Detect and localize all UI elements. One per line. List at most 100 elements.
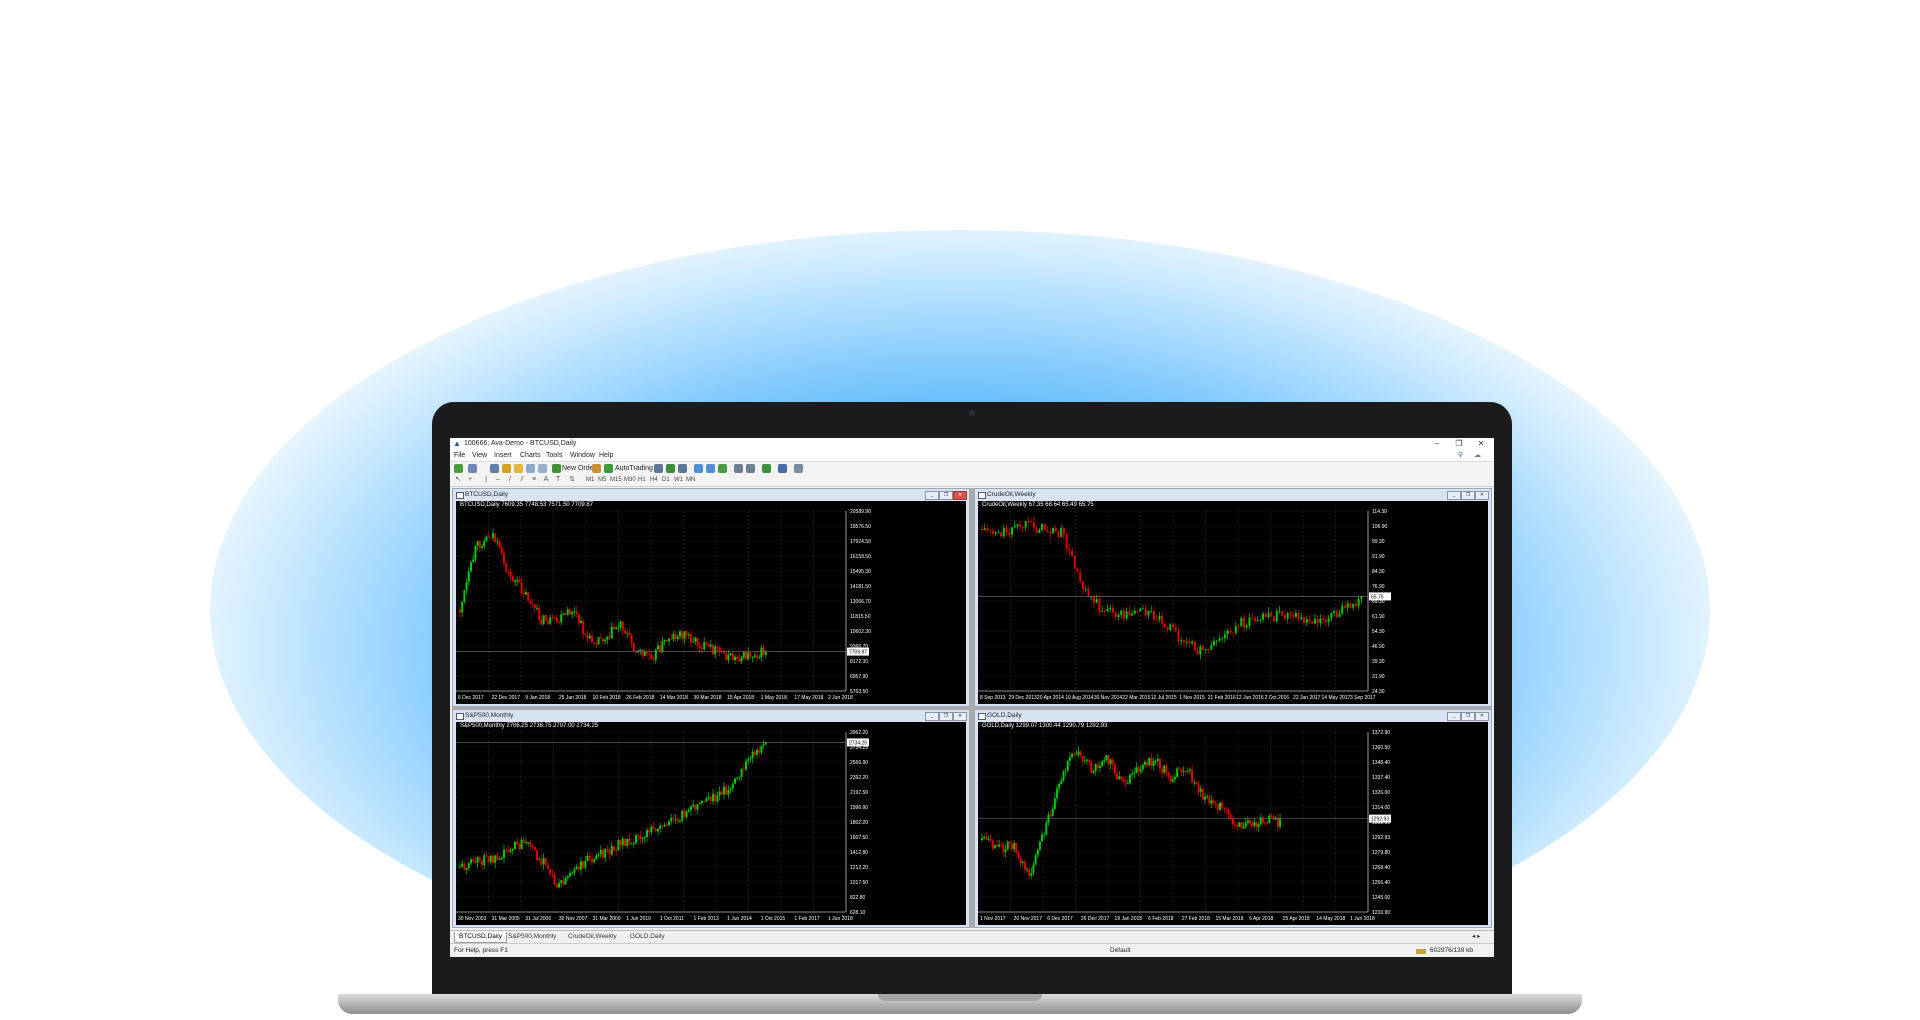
menu-charts[interactable]: Charts xyxy=(520,450,541,461)
periods-icon[interactable] xyxy=(778,464,787,473)
maximize-button[interactable]: ❐ xyxy=(1448,438,1470,450)
candle-body xyxy=(525,592,527,595)
cursor-icon[interactable]: ↖ xyxy=(454,476,462,484)
indicators-icon[interactable] xyxy=(762,464,771,473)
candle-body xyxy=(1136,610,1139,612)
candle-body xyxy=(507,571,510,573)
candle-body xyxy=(650,826,653,833)
chart-plot-area[interactable]: 114.30 106.90 99.30 91.90 84.30 76.90 69.30 61.… xyxy=(978,501,1488,704)
chart-window-crudeoil[interactable]: CrudeOil,Weekly _ ❐ ✕ 114.30 106.90 99.30 9… xyxy=(974,488,1492,707)
candle-body xyxy=(624,630,626,634)
candle-body xyxy=(683,631,686,640)
candle-body xyxy=(665,640,668,642)
price-label: 20589.90 xyxy=(850,509,871,515)
menu-help[interactable]: Help xyxy=(599,450,613,461)
timeframe-m5[interactable]: M5 xyxy=(598,475,606,486)
timeframe-mn[interactable]: MN xyxy=(686,475,695,486)
crosshair-icon[interactable]: + xyxy=(466,476,474,484)
metaeditor-icon[interactable] xyxy=(592,464,601,473)
new-order-button[interactable]: New Order xyxy=(562,462,596,475)
tab-gold[interactable]: GOLD,Daily xyxy=(626,932,669,942)
tab-sp500[interactable]: S&P500,Monthly xyxy=(504,932,560,942)
chart-minimize-button[interactable]: _ xyxy=(1447,491,1461,500)
close-button[interactable]: ✕ xyxy=(1470,438,1492,450)
chart-minimize-button[interactable]: _ xyxy=(925,491,939,500)
tab-btcusd[interactable]: BTCUSD,Daily xyxy=(454,932,507,943)
terminal-icon[interactable] xyxy=(526,464,535,473)
candle-body xyxy=(1180,640,1183,642)
zoom-in-icon[interactable] xyxy=(694,464,703,473)
timeframe-h4[interactable]: H4 xyxy=(650,475,658,486)
menu-insert[interactable]: Insert xyxy=(494,450,512,461)
chart-close-button[interactable]: ✕ xyxy=(953,712,967,721)
profiles-icon[interactable] xyxy=(468,464,477,473)
candle-body xyxy=(1184,771,1187,773)
menu-tools[interactable]: Tools xyxy=(546,450,562,461)
chart-plot-area[interactable]: 1372.90 1360.50 1348.40 1337.40 1326.00 1314.… xyxy=(978,722,1488,925)
price-label: 14181.50 xyxy=(850,584,871,590)
timeframe-m30[interactable]: M30 xyxy=(624,475,636,486)
search-icon[interactable]: ⚲ xyxy=(1458,450,1463,461)
text-label-icon[interactable]: T xyxy=(554,476,562,484)
strategy-tester-icon[interactable] xyxy=(538,464,547,473)
chart-restore-button[interactable]: ❐ xyxy=(939,491,953,500)
chart-close-button[interactable]: ✕ xyxy=(953,491,967,500)
candle-body xyxy=(505,849,508,851)
candle-body xyxy=(659,825,662,829)
timeframe-m15[interactable]: M15 xyxy=(610,475,622,486)
new-chart-icon[interactable] xyxy=(454,464,463,473)
candle-body xyxy=(566,609,569,615)
chart-minimize-button[interactable]: _ xyxy=(925,712,939,721)
chart-restore-button[interactable]: ❐ xyxy=(1461,712,1475,721)
chart-restore-button[interactable]: ❐ xyxy=(1461,491,1475,500)
menu-window[interactable]: Window xyxy=(570,450,595,461)
chart-shift-icon[interactable] xyxy=(734,464,743,473)
minimize-button[interactable]: – xyxy=(1426,438,1448,450)
chart-window-gold[interactable]: GOLD,Daily _ ❐ ✕ 1372.90 1360.50 1348.40 13… xyxy=(974,709,1492,928)
tab-crudeoil[interactable]: CrudeOil,Weekly xyxy=(564,932,621,942)
tile-windows-icon[interactable] xyxy=(718,464,727,473)
timeframe-h1[interactable]: H1 xyxy=(638,475,646,486)
templates-icon[interactable] xyxy=(794,464,803,473)
zoom-out-icon[interactable] xyxy=(706,464,715,473)
menu-file[interactable]: File xyxy=(454,450,465,461)
data-window-icon[interactable] xyxy=(502,464,511,473)
trendline-icon[interactable]: / xyxy=(506,476,514,484)
autotrading-button[interactable]: AutoTrading xyxy=(615,462,653,475)
arrows-icon[interactable]: ⇅ xyxy=(568,476,576,484)
chart-minimize-button[interactable]: _ xyxy=(1447,712,1461,721)
candle-body xyxy=(1109,607,1112,609)
bar-chart-icon[interactable] xyxy=(654,464,663,473)
chat-icon[interactable]: ☁ xyxy=(1474,450,1481,461)
chart-plot-area[interactable]: 2962.20 2734.25 2566.90 2392.20 2197.50 1996.… xyxy=(456,722,966,925)
autoscroll-icon[interactable] xyxy=(746,464,755,473)
horizontal-line-icon[interactable]: – xyxy=(494,476,502,484)
chart-window-sp500[interactable]: S&P500,Monthly _ ❐ ✕ 2962.20 2734.25 2566.… xyxy=(452,709,970,928)
chart-restore-button[interactable]: ❐ xyxy=(939,712,953,721)
chart-close-button[interactable]: ✕ xyxy=(1475,491,1489,500)
price-label: 13066.70 xyxy=(850,599,871,605)
navigator-icon[interactable] xyxy=(514,464,523,473)
candlesticks-icon[interactable] xyxy=(666,464,675,473)
text-icon[interactable]: A xyxy=(542,476,550,484)
timeframe-d1[interactable]: D1 xyxy=(662,475,670,486)
channel-icon[interactable]: ⫽ xyxy=(518,476,526,484)
vertical-line-icon[interactable]: | xyxy=(482,476,490,484)
candle-body xyxy=(1201,788,1204,800)
candle-body xyxy=(630,634,633,643)
line-chart-icon[interactable] xyxy=(678,464,687,473)
menu-view[interactable]: View xyxy=(472,450,487,461)
chart-window-btcusd[interactable]: BTCUSD,Daily _ ❐ ✕ 20589.90 19576.50 17924… xyxy=(452,488,970,707)
timeframe-m1[interactable]: M1 xyxy=(586,475,594,486)
chart-close-button[interactable]: ✕ xyxy=(1475,712,1489,721)
market-watch-icon[interactable] xyxy=(490,464,499,473)
fibonacci-icon[interactable]: ≡ xyxy=(530,476,538,484)
tab-scroll-arrows[interactable]: ◂ ▸ xyxy=(1468,932,1484,942)
autotrading-icon[interactable] xyxy=(604,464,613,473)
timeframe-w1[interactable]: W1 xyxy=(674,475,683,486)
candle-body xyxy=(584,634,587,635)
chart-plot-area[interactable]: 20589.90 19576.50 17924.50 16159.50 15495.30… xyxy=(456,501,966,704)
new-order-icon[interactable] xyxy=(552,464,561,473)
date-label: 31 Mar 2005 xyxy=(492,916,520,922)
price-label: 1326.00 xyxy=(1372,790,1390,796)
